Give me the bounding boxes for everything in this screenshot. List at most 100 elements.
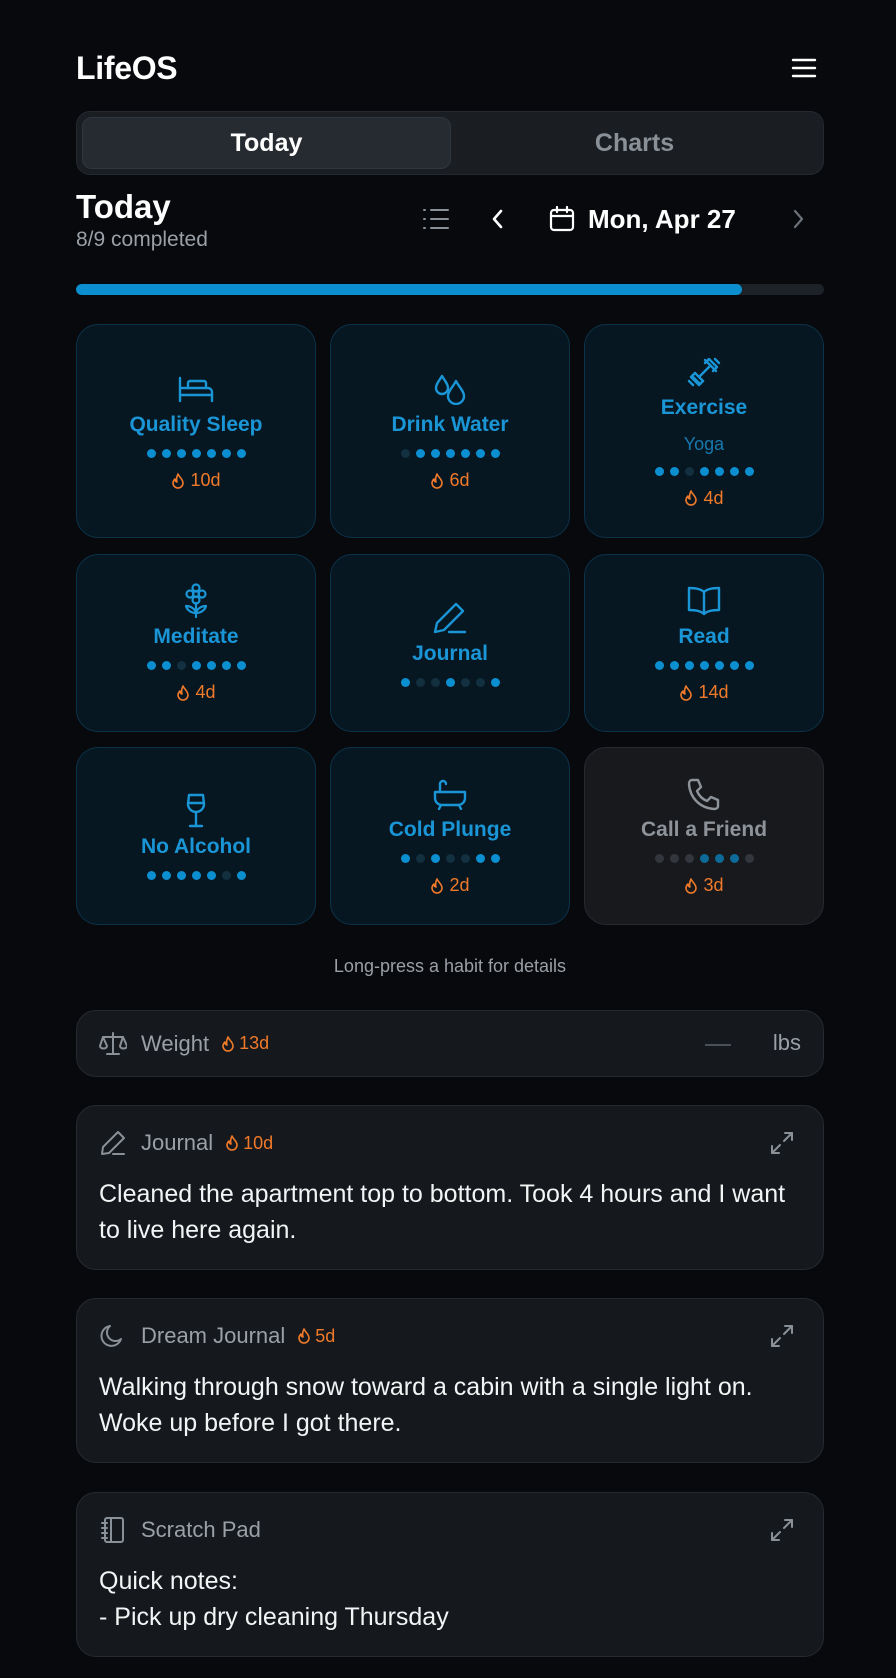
history-dot-done [714,466,724,476]
history-dot-done [669,661,679,670]
history-dot-done [176,449,186,458]
history-dot-done [445,449,455,458]
history-dot-missed [415,677,425,687]
prev-day-button[interactable] [478,200,518,238]
history-dot-done [714,854,724,863]
expand-icon[interactable] [769,1323,795,1349]
dream-journal-panel[interactable]: Dream Journal 5d Walking through snow to… [76,1298,824,1463]
habit-name: Drink Water [391,413,509,436]
habit-streak: 3d [684,875,724,896]
habit-history-dots [146,870,246,880]
dream-text[interactable]: Walking through snow toward a cabin with… [99,1369,801,1441]
habit-card-quality-sleep[interactable]: Quality Sleep 10d [76,324,316,538]
scratch-text[interactable]: Quick notes: - Pick up dry cleaning Thur… [99,1563,801,1635]
habit-streak-value: 14d [698,682,729,702]
flame-icon [684,877,698,894]
history-dot-done [221,449,231,458]
history-dot-done [699,661,709,670]
history-dot-missed [445,854,455,863]
habit-streak: 2d [430,875,470,896]
history-dot-done [490,449,500,458]
app-title: LifeOS [76,49,178,86]
habit-streak: 4d [176,682,216,703]
next-day-button[interactable] [778,200,818,238]
journal-panel[interactable]: Journal 10d Cleaned the apartment top to… [76,1105,824,1270]
habit-streak: 4d [684,487,724,509]
habit-streak-value: 6d [449,470,470,490]
weight-panel[interactable]: Weight 13d lbs [76,1010,824,1077]
habit-card-journal[interactable]: Journal [330,554,570,732]
habit-streak-value: 10d [190,470,221,490]
weight-value-input[interactable] [705,1044,731,1046]
history-dot-done [654,661,664,670]
history-dot-done [176,870,186,880]
tab-charts[interactable]: Charts [451,117,818,169]
history-dot-done [146,661,156,670]
menu-button[interactable] [784,48,824,88]
habit-name: Cold Plunge [388,818,512,841]
history-dot-missed [221,870,231,880]
habit-history-dots [654,661,754,670]
history-dot-missed [669,854,679,863]
wine-icon [184,793,208,829]
history-dot-done [744,661,754,670]
history-dot-done [236,870,246,880]
history-dot-done [400,854,410,863]
habit-card-exercise[interactable]: Exercise Yoga 4d [584,324,824,538]
flame-icon [430,472,444,489]
habit-history-dots [146,661,246,670]
history-dot-done [236,449,246,458]
calendar-icon [549,205,575,232]
history-dot-missed [176,661,186,670]
history-dot-done [400,677,410,687]
history-dot-done [714,661,724,670]
expand-icon[interactable] [769,1517,795,1543]
tab-today[interactable]: Today [82,117,451,169]
bath-icon [432,776,468,812]
dumbbell-icon [686,354,722,390]
habit-streak-value: 4d [703,487,724,508]
habit-name: Call a Friend [640,818,768,841]
chevron-left-icon [492,209,503,229]
chevron-right-icon [793,209,804,229]
scratch-pad-panel[interactable]: Scratch Pad Quick notes: - Pick up dry c… [76,1492,824,1657]
list-view-button[interactable] [416,200,456,238]
weight-label: Weight [141,1030,210,1056]
flame-icon [226,1135,238,1151]
history-dot-done [430,449,440,458]
history-dot-missed [400,449,410,458]
weight-unit: lbs [772,1030,801,1055]
habit-name: Quality Sleep [129,413,263,436]
flame-icon [171,472,185,489]
weight-streak-value: 13d [239,1033,270,1053]
habit-card-meditate[interactable]: Meditate 4d [76,554,316,732]
habit-card-call-a-friend[interactable]: Call a Friend 3d [584,747,824,925]
habit-card-drink-water[interactable]: Drink Water 6d [330,324,570,538]
date-picker[interactable]: Mon, Apr 27 [548,200,736,238]
history-dot-done [654,466,664,476]
history-dot-done [699,466,709,476]
flame-icon [684,490,698,506]
progress-bar [76,284,824,295]
expand-icon[interactable] [769,1130,795,1156]
habit-card-no-alcohol[interactable]: No Alcohol [76,747,316,925]
flame-icon [298,1328,311,1344]
history-dot-done [445,677,455,687]
history-dot-done [669,466,679,476]
history-dot-done [236,661,246,670]
habit-card-cold-plunge[interactable]: Cold Plunge 2d [330,747,570,925]
history-dot-done [490,854,500,863]
habit-name: No Alcohol [140,834,252,858]
history-dot-done [206,870,216,880]
habit-streak-value: 4d [195,682,216,702]
habit-streak: 6d [430,470,470,491]
page-title: Today [76,188,171,225]
habit-card-read[interactable]: Read 14d [584,554,824,732]
history-dot-done [221,661,231,670]
app-header: LifeOS [76,44,824,92]
journal-text[interactable]: Cleaned the apartment top to bottom. Too… [99,1176,801,1248]
habit-name: Journal [412,641,488,665]
habit-name: Read [678,625,730,648]
history-dot-done [490,677,500,687]
history-dot-done [191,449,201,458]
